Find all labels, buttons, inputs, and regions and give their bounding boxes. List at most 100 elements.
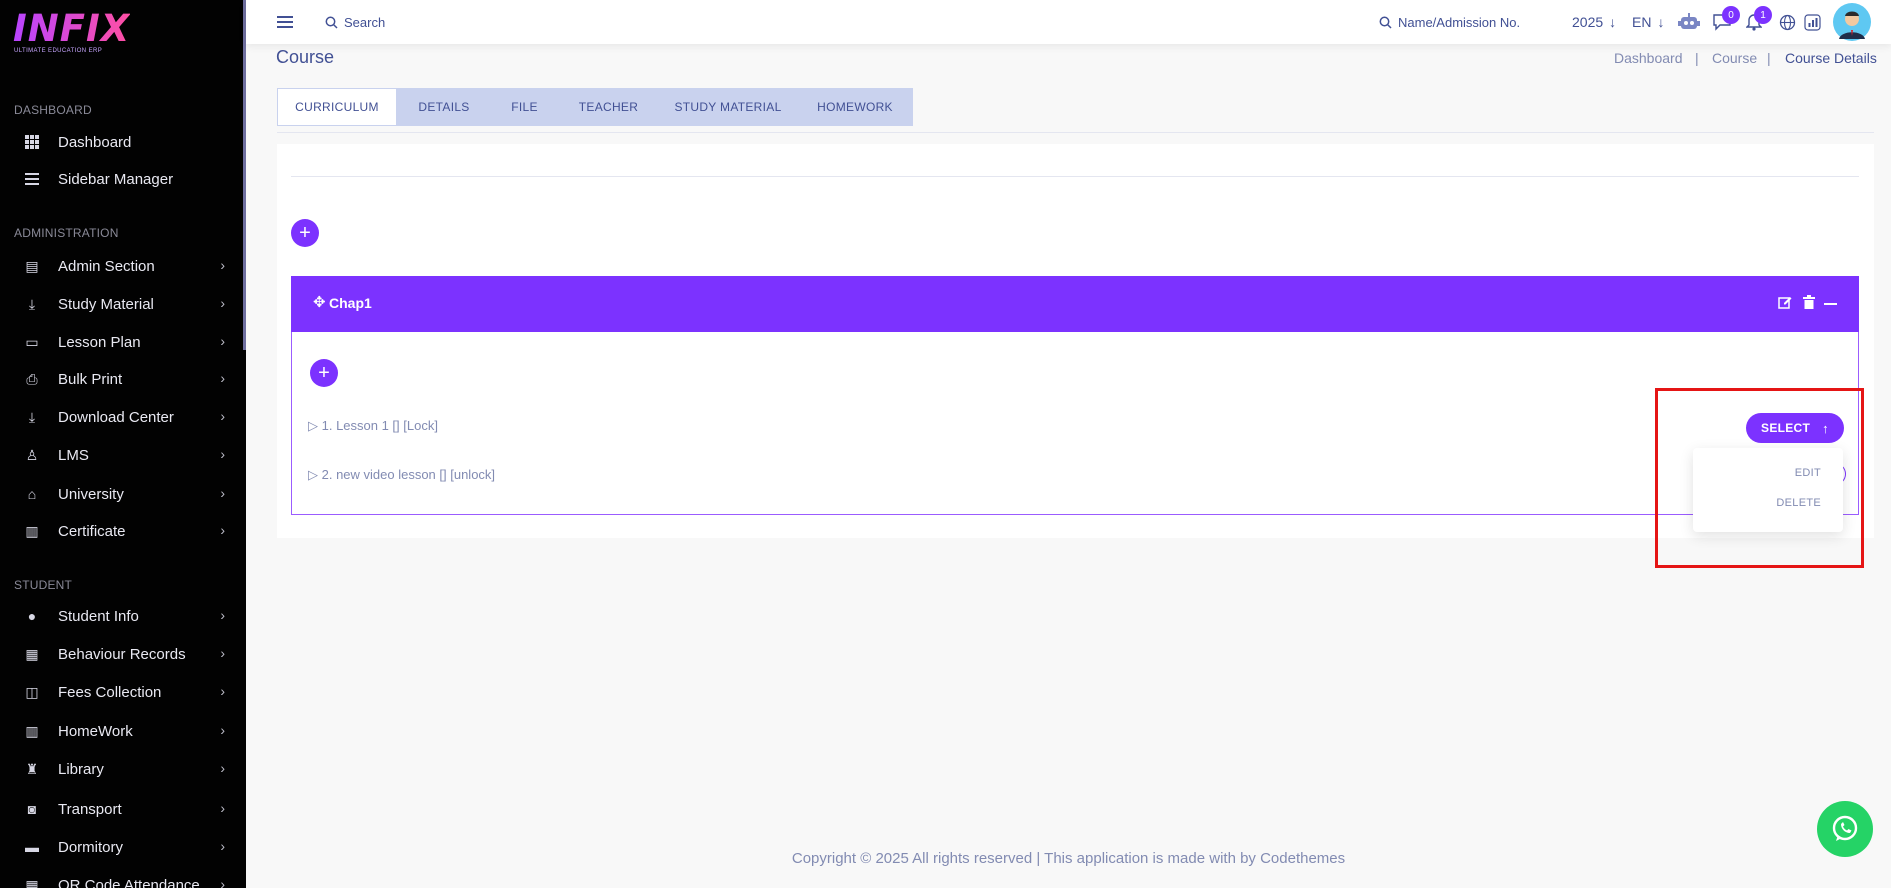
breadcrumb-separator: |	[1767, 50, 1771, 66]
chevron-right-icon: ›	[220, 370, 225, 386]
download-icon: ⤓	[28, 408, 36, 425]
plus-icon: +	[299, 222, 311, 244]
notifications-count-badge: 1	[1754, 6, 1772, 24]
library-icon: ♜	[25, 760, 39, 777]
chart-icon	[1804, 13, 1821, 31]
sidebar-item-label: Fees Collection	[58, 683, 162, 701]
chevron-right-icon: ›	[220, 683, 225, 699]
move-icon: ✥	[313, 294, 326, 311]
add-lesson-button[interactable]: +	[310, 359, 338, 387]
lesson-title: 2. new video lesson [] [unlock]	[321, 467, 496, 482]
global-search[interactable]: Search	[325, 0, 385, 44]
tab-curriculum[interactable]: CURRICULUM	[277, 88, 397, 126]
grid-icon	[24, 134, 40, 150]
menu-icon	[24, 171, 40, 187]
section-dashboard-title: DASHBOARD	[14, 103, 92, 117]
lesson-row-2[interactable]: ▷ 2. new video lesson [] [unlock]	[308, 467, 495, 483]
hamburger-icon	[277, 16, 293, 28]
hamburger-menu-button[interactable]	[277, 0, 293, 44]
tab-teacher[interactable]: TEACHER	[558, 88, 659, 126]
sidebar-item-fees-collection[interactable]: ◫ Fees Collection ›	[14, 677, 229, 707]
chevron-right-icon: ›	[220, 876, 225, 888]
trash-icon[interactable]	[1803, 295, 1815, 314]
edit-icon[interactable]	[1778, 295, 1792, 314]
sidebar-item-transport[interactable]: ◙ Transport ›	[14, 794, 229, 824]
sidebar-item-behaviour-records[interactable]: ▦ Behaviour Records ›	[14, 639, 229, 669]
sidebar-item-admin-section[interactable]: ▤ Admin Section ›	[14, 251, 229, 281]
avatar-icon	[1833, 3, 1871, 41]
sidebar-item-label: Behaviour Records	[58, 645, 186, 663]
sidebar-item-lesson-plan[interactable]: ▭ Lesson Plan ›	[14, 327, 229, 357]
play-icon: ▷	[308, 467, 322, 482]
sidebar-item-dormitory[interactable]: ▬ Dormitory ›	[14, 832, 229, 862]
sidebar-item-library[interactable]: ♜ Library ›	[14, 754, 229, 784]
robot-icon	[1678, 13, 1700, 29]
sidebar-item-sidebar-manager[interactable]: Sidebar Manager	[14, 164, 229, 194]
chevron-right-icon: ›	[220, 522, 225, 538]
sidebar-item-label: Study Material	[58, 295, 154, 313]
lesson-title: 1. Lesson 1 [] [Lock]	[321, 418, 438, 433]
breadcrumb-course-details: Course Details	[1785, 50, 1877, 66]
student-search-label: Name/Admission No.	[1398, 14, 1521, 30]
lesson-row-1[interactable]: ▷ 1. Lesson 1 [] [Lock]	[308, 418, 438, 434]
breadcrumb-separator: |	[1695, 50, 1699, 66]
tab-file[interactable]: FILE	[491, 88, 558, 126]
year-selector[interactable]: 2025 ↓	[1572, 0, 1616, 44]
whatsapp-icon	[1832, 815, 1858, 841]
student-search[interactable]: Name/Admission No.	[1379, 0, 1520, 44]
sidebar-scrollbar[interactable]	[243, 0, 246, 350]
divider	[277, 132, 1874, 133]
sidebar-item-label: Admin Section	[58, 257, 155, 275]
records-icon: ▦	[25, 645, 39, 662]
chevron-right-icon: ›	[220, 607, 225, 623]
topbar: Search Name/Admission No. 2025 ↓ EN ↓ 0 …	[246, 0, 1891, 44]
tab-details[interactable]: DETAILS	[397, 88, 491, 126]
sidebar-item-label: QR Code Attendance	[58, 876, 200, 888]
sidebar-item-lms[interactable]: ♙ LMS ›	[14, 440, 229, 470]
sidebar-item-study-material[interactable]: ⤓ Study Material ›	[14, 289, 229, 319]
chevron-right-icon: ›	[220, 295, 225, 311]
section-student-title: STUDENT	[14, 578, 73, 592]
user-avatar[interactable]	[1833, 0, 1871, 44]
tab-study-material[interactable]: STUDY MATERIAL	[659, 88, 797, 126]
course-tabs: CURRICULUM DETAILS FILE TEACHER STUDY MA…	[277, 88, 913, 126]
collapse-icon[interactable]	[1824, 303, 1837, 305]
arrow-down-icon: ↓	[1609, 14, 1617, 30]
sidebar-item-label: HomeWork	[58, 722, 133, 740]
robot-button[interactable]	[1678, 0, 1700, 44]
language-selector[interactable]: EN ↓	[1632, 0, 1664, 44]
year-value: 2025	[1572, 14, 1604, 30]
add-chapter-button[interactable]: +	[291, 219, 319, 247]
sidebar-item-university[interactable]: ⌂ University ›	[14, 479, 229, 509]
user-icon: ●	[27, 608, 37, 624]
website-button[interactable]	[1779, 0, 1796, 44]
sidebar-item-certificate[interactable]: ▥ Certificate ›	[14, 516, 229, 546]
logo: INFIX	[13, 7, 131, 50]
whatsapp-button[interactable]	[1817, 801, 1873, 857]
sidebar-item-homework[interactable]: ▥ HomeWork ›	[14, 716, 229, 746]
bus-icon: ◙	[27, 801, 37, 817]
chapter-title: Chap1	[329, 295, 372, 311]
sidebar-item-download-center[interactable]: ⤓ Download Center ›	[14, 402, 229, 432]
search-label: Search	[344, 14, 386, 30]
sidebar: INFIX ULTIMATE EDUCATION ERP DASHBOARD D…	[0, 0, 246, 888]
breadcrumb-course[interactable]: Course	[1712, 50, 1757, 66]
chevron-right-icon: ›	[220, 485, 225, 501]
sidebar-item-label: Bulk Print	[58, 370, 123, 388]
bed-icon: ▬	[25, 839, 39, 855]
sidebar-item-student-info[interactable]: ● Student Info ›	[14, 601, 229, 631]
sidebar-item-dashboard[interactable]: Dashboard	[14, 127, 229, 157]
sidebar-item-bulk-print[interactable]: ⎙ Bulk Print ›	[14, 364, 229, 394]
highlight-box	[1655, 388, 1864, 568]
chapter-header[interactable]: ✥ Chap1	[291, 276, 1859, 332]
sidebar-item-label: Dashboard	[58, 133, 132, 151]
reports-button[interactable]	[1804, 0, 1821, 44]
breadcrumb-dashboard[interactable]: Dashboard	[1614, 50, 1683, 66]
sidebar-item-qr-code-attendance[interactable]: ▦ QR Code Attendance ›	[14, 870, 229, 888]
chevron-right-icon: ›	[220, 333, 225, 349]
globe-icon	[1779, 14, 1796, 30]
tab-homework[interactable]: HOMEWORK	[797, 88, 913, 126]
page-title: Course	[276, 47, 335, 67]
sidebar-item-label: Dormitory	[58, 838, 124, 856]
sidebar-item-label: Download Center	[58, 408, 174, 426]
